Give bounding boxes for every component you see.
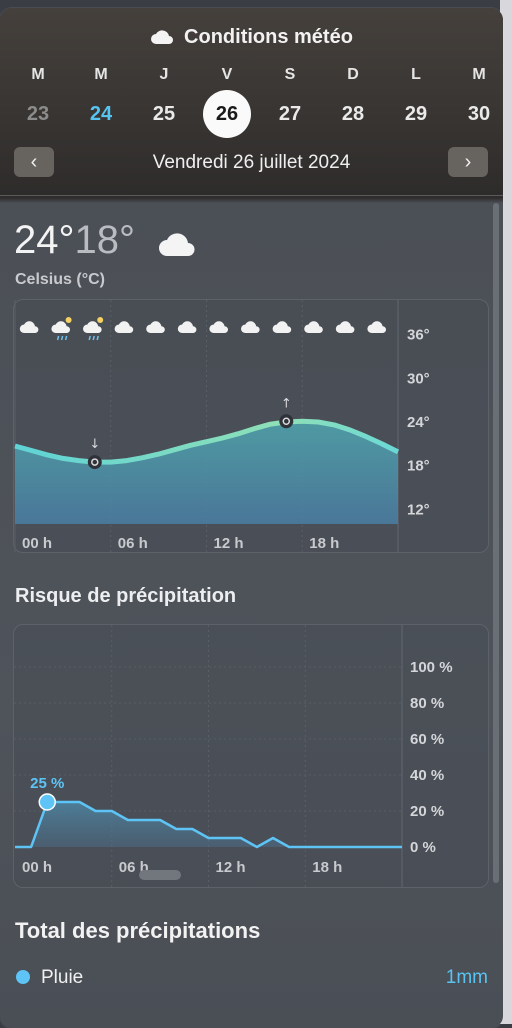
temperature-chart: ↓ ↑ 36° 30° 24° 18° 12° 00 h 06 h 12 h 18 h bbox=[14, 300, 430, 552]
horizontal-scroll-thumb[interactable] bbox=[139, 870, 181, 880]
temp-y-tick: 36° bbox=[407, 327, 430, 344]
weekday-label: V bbox=[221, 66, 233, 83]
precip-x-tick: 18 h bbox=[312, 859, 342, 876]
header: Conditions météo M M J V S D L M 23 24 25 26 27 28 29… bbox=[0, 8, 503, 196]
day-button[interactable]: 30 bbox=[455, 90, 503, 138]
min-temp-marker-arrow: ↓ bbox=[89, 437, 100, 452]
day-button[interactable]: 24 bbox=[77, 90, 125, 138]
precipitation-peak-label: 25 % bbox=[30, 775, 64, 792]
cloud-icon bbox=[335, 321, 355, 333]
precipitation-chart-card: 25 % 100 % 80 % 60 % 40 % 20 % 0 % 00 h 06 h 12 h… bbox=[13, 624, 489, 888]
precip-y-tick: 0 % bbox=[410, 839, 436, 856]
day-button[interactable]: 27 bbox=[266, 90, 314, 138]
temp-x-tick: 06 h bbox=[118, 535, 148, 552]
vertical-scrollbar[interactable] bbox=[493, 203, 499, 883]
rain-legend-dot bbox=[16, 970, 30, 984]
temp-y-tick: 30° bbox=[407, 370, 430, 387]
cloud-icon bbox=[304, 321, 323, 333]
weekday-label: M bbox=[94, 66, 108, 83]
precip-y-tick: 100 % bbox=[410, 659, 453, 676]
cloud-icon bbox=[114, 321, 134, 333]
cloud-drizzle-icon bbox=[51, 317, 72, 341]
selected-date-label: Vendredi 26 juillet 2024 bbox=[152, 152, 351, 173]
precip-x-tick: 12 h bbox=[216, 859, 246, 876]
cloud-icon bbox=[146, 321, 165, 333]
weekday-label: M bbox=[472, 66, 486, 83]
weekday-label: J bbox=[159, 66, 169, 83]
max-temp-marker-arrow: ↑ bbox=[281, 396, 292, 411]
temp-y-tick: 24° bbox=[407, 414, 430, 431]
precip-y-tick: 60 % bbox=[410, 731, 444, 748]
total-precipitation-title: Total des précipitations bbox=[15, 918, 261, 943]
day-selected[interactable]: 26 bbox=[203, 90, 251, 138]
precip-x-tick: 00 h bbox=[22, 859, 52, 876]
precipitation-peak-marker bbox=[38, 793, 56, 811]
day-row: 23 24 25 26 27 28 29 30 bbox=[0, 90, 503, 140]
weekday-label: D bbox=[347, 66, 359, 83]
min-temp-marker bbox=[87, 455, 102, 470]
temp-x-tick: 12 h bbox=[214, 535, 244, 552]
cloud-icon bbox=[241, 321, 260, 333]
temperature-summary: 24°18° bbox=[14, 218, 135, 263]
day-button[interactable]: 23 bbox=[14, 90, 62, 138]
day-button[interactable]: 28 bbox=[329, 90, 377, 138]
temp-x-tick: 00 h bbox=[22, 535, 52, 552]
weekday-label: S bbox=[284, 66, 296, 83]
precip-y-tick: 20 % bbox=[410, 803, 444, 820]
day-button[interactable]: 29 bbox=[392, 90, 440, 138]
rain-total-value: 1mm bbox=[445, 967, 488, 988]
precip-y-tick: 80 % bbox=[410, 695, 444, 712]
cloud-icon bbox=[272, 321, 292, 333]
weather-panel: Conditions météo M M J V S D L M 23 24 25 26 27 28 29… bbox=[0, 8, 503, 1028]
units-label: Celsius (°C) bbox=[15, 271, 105, 288]
weekday-label: M bbox=[31, 66, 45, 83]
temperature-chart-card: ↓ ↑ 36° 30° 24° 18° 12° 00 h 06 h 12 h 18 h bbox=[13, 299, 489, 553]
window-title: Conditions météo bbox=[0, 26, 503, 52]
precipitation-area bbox=[15, 802, 402, 847]
precipitation-title: Risque de précipitation bbox=[15, 585, 237, 607]
temp-x-tick: 18 h bbox=[309, 535, 339, 552]
precipitation-chart: 25 %100 %80 %60 %40 %20 %0 %00 h 06 h 12 h… bbox=[14, 625, 453, 887]
weekday-row: MMJVSDLM bbox=[0, 66, 503, 86]
next-day-button[interactable]: › bbox=[448, 147, 488, 177]
temp-y-tick: 18° bbox=[407, 458, 430, 475]
low-temperature: 18° bbox=[74, 218, 136, 262]
day-button[interactable]: 25 bbox=[140, 90, 188, 138]
cloud-icon bbox=[367, 321, 386, 333]
cloud-icon bbox=[150, 28, 174, 52]
cloud-icon bbox=[19, 321, 39, 333]
cloud-icon bbox=[157, 230, 197, 263]
precip-y-tick: 40 % bbox=[410, 767, 444, 784]
max-temp-marker bbox=[279, 414, 294, 429]
cloud-icon bbox=[209, 321, 228, 333]
cloud-icon bbox=[177, 321, 197, 333]
cloud-drizzle-icon bbox=[83, 317, 104, 341]
rain-legend-label: Pluie bbox=[41, 967, 84, 988]
weekday-label: L bbox=[411, 66, 421, 83]
chevron-right-icon: › bbox=[464, 151, 472, 173]
high-temperature: 24° bbox=[14, 218, 75, 262]
temp-y-tick: 12° bbox=[407, 501, 430, 518]
